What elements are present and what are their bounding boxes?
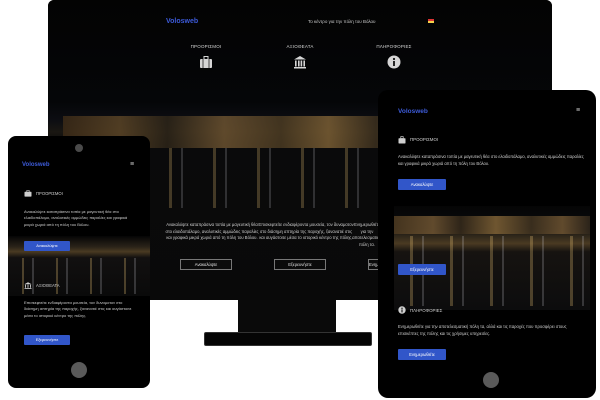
brand-logo[interactable]: Volosweb — [398, 108, 428, 115]
home-button[interactable] — [71, 362, 87, 378]
brand-logo[interactable]: Volosweb — [166, 18, 198, 25]
nav-sights[interactable]: ΑΞΙΟΘΕΑΤΑ — [260, 44, 340, 69]
nav-destinations-label: ΠΡΟΟΡΙΣΜΟΙ — [190, 44, 222, 49]
sights-description: Επισκεφτείτε ενδιαφέροντα μουσεία, τον δ… — [24, 300, 132, 318]
section-title-destinations: ΠΡΟΟΡΙΣΜΟΙ — [410, 137, 439, 142]
suitcase-icon — [398, 136, 406, 144]
destinations-description: Ανακαλύψτε καταπράσινα τοπία με μαγευτικ… — [165, 222, 259, 241]
city-lights — [394, 216, 590, 234]
explore-button[interactable]: Εξερευνήστε — [24, 335, 70, 345]
tablet-device: Volosweb ≡ ΠΡΟΟΡΙΣΜΟΙ Ανακαλύψτε καταπρά… — [378, 90, 596, 398]
home-button[interactable] — [483, 372, 499, 388]
site-tagline: Το κέντρο για την πόλη του Βόλου — [308, 19, 376, 24]
discover-button[interactable]: Ανακαλύψτε — [398, 179, 446, 190]
discover-button[interactable]: Ανακαλύψτε — [180, 259, 232, 270]
sights-description: Επισκεφτείτε ενδιαφέροντα μουσεία, τον δ… — [258, 222, 354, 241]
nav-destinations[interactable]: ΠΡΟΟΡΙΣΜΟΙ — [166, 44, 246, 69]
discover-button[interactable]: Ανακαλύψτε — [24, 241, 70, 251]
suitcase-icon — [24, 190, 32, 197]
explore-button[interactable]: Εξερευνήστε — [398, 264, 446, 275]
inform-button[interactable]: Ενημερωθείτε — [398, 349, 446, 360]
explore-button[interactable]: Εξερευνήστε — [274, 259, 326, 270]
monitor-stand — [238, 300, 336, 334]
destinations-description: Ανακαλύψτε καταπράσινα τοπία με μαγευτικ… — [24, 209, 128, 227]
hamburger-menu-icon[interactable]: ≡ — [130, 161, 134, 168]
suitcase-icon — [200, 56, 212, 68]
nav-sights-label: ΑΞΙΟΘΕΑΤΑ — [286, 44, 314, 49]
info-icon — [387, 55, 401, 69]
responsive-mockup: Volosweb Το κέντρο για την πόλη του Βόλο… — [0, 0, 600, 400]
nav-info[interactable]: ΠΛΗΡΟΦΟΡΙΕΣ — [354, 44, 434, 69]
section-title-destinations: ΠΡΟΟΡΙΣΜΟΙ — [36, 191, 63, 196]
monitor-base — [204, 332, 372, 346]
nav-info-label: ΠΛΗΡΟΦΟΡΙΕΣ — [376, 44, 412, 49]
camera-icon — [75, 144, 83, 152]
section-title-sights: ΑΞΙΟΘΕΑΤΑ — [36, 283, 60, 288]
section-title-info: ΠΛΗΡΟΦΟΡΙΕΣ — [410, 308, 443, 313]
language-flag-icon[interactable] — [428, 19, 434, 23]
brand-logo[interactable]: Volosweb — [22, 162, 50, 168]
museum-icon — [24, 282, 32, 289]
destinations-description: Ανακαλύψτε καταπράσινα τοπία με μαγευτικ… — [398, 154, 584, 166]
hamburger-menu-icon[interactable]: ≡ — [576, 107, 580, 114]
info-description: Ενημερωθείτε για την αποτελεσματική πόλη… — [398, 324, 567, 336]
info-icon — [398, 306, 406, 314]
phone-device: Volosweb ≡ ΠΡΟΟΡΙΣΜΟΙ Ανακαλύψτε καταπρά… — [8, 136, 150, 388]
museum-icon — [294, 56, 306, 69]
harbor-night-photo: Εξερευνήστε — [394, 206, 590, 310]
